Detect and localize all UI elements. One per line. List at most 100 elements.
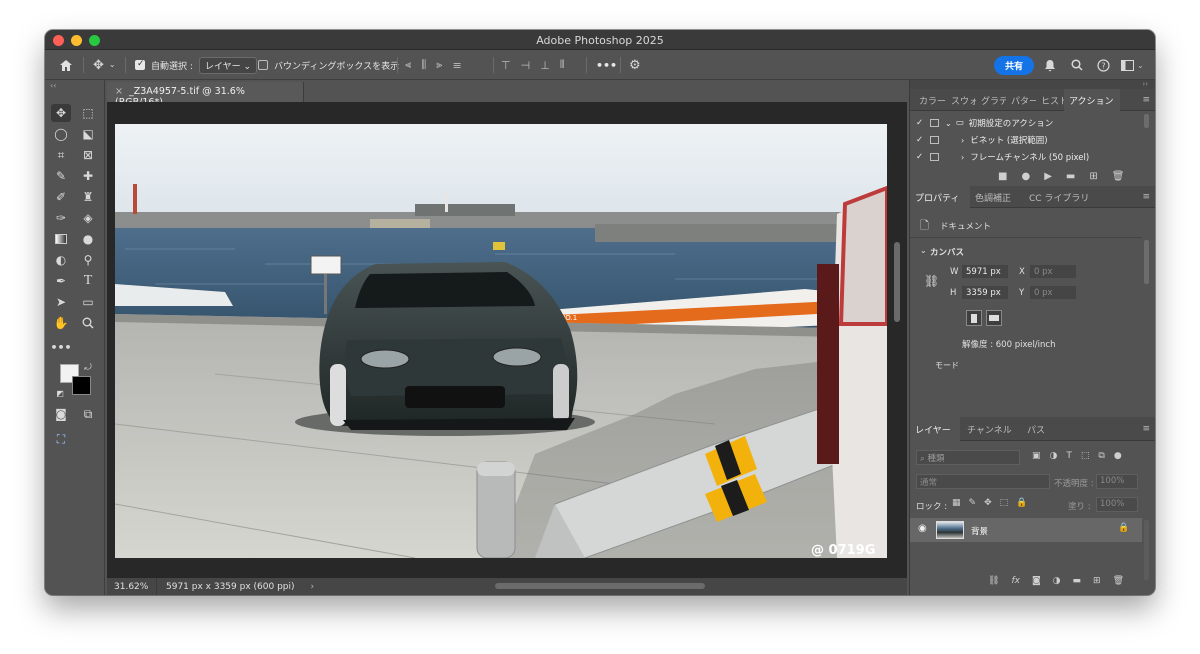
eraser-tool[interactable]: ◈ xyxy=(78,209,98,227)
workspace-button[interactable]: ⌄ xyxy=(1121,50,1144,80)
sponge-tool[interactable]: ⚲ xyxy=(78,251,98,269)
stamp-tool[interactable]: ♜ xyxy=(78,188,98,206)
align-center-icon[interactable]: ⫼ xyxy=(421,58,426,72)
bounding-box-checkbox[interactable] xyxy=(258,60,268,70)
rectangle-tool[interactable]: ▭ xyxy=(78,293,98,311)
swap-colors-icon[interactable]: ⤾ xyxy=(83,359,93,377)
landscape-orientation-button[interactable] xyxy=(986,310,1002,326)
action-row-frame[interactable]: ✓ › フレームチャンネル (50 pixel) xyxy=(910,149,1142,165)
zoom-level[interactable]: 31.62% xyxy=(107,578,157,595)
new-layer-icon[interactable]: ⊞ xyxy=(1093,576,1101,586)
layers-scrollbar[interactable] xyxy=(1144,520,1149,580)
width-field[interactable]: 5971 px xyxy=(962,265,1008,278)
adjustment-layer-icon[interactable]: ◑ xyxy=(1053,576,1061,586)
y-field[interactable]: 0 px xyxy=(1030,286,1076,299)
lock-all-icon[interactable]: 🔒 xyxy=(1016,498,1027,508)
marquee-tool[interactable]: ⬚ xyxy=(78,104,98,122)
visibility-eye-icon[interactable]: ◉ xyxy=(918,523,927,534)
home-button[interactable] xyxy=(59,50,73,80)
dialog-toggle-icon[interactable] xyxy=(930,153,939,161)
record-icon[interactable]: ● xyxy=(1021,171,1030,182)
more-options-button[interactable]: ••• xyxy=(596,50,617,80)
pen-tool[interactable]: ✒ xyxy=(51,272,71,290)
tab-layers[interactable]: レイヤー xyxy=(910,417,960,441)
close-tab-icon[interactable]: × xyxy=(115,86,123,97)
move-tool-preset-button[interactable]: ✥ ⌄ xyxy=(93,50,116,80)
align-right-icon[interactable]: ⫸ xyxy=(436,58,442,72)
brush-tool[interactable]: ✐ xyxy=(51,188,71,206)
screen-mode-button[interactable]: ⧉ xyxy=(78,405,98,423)
lock-transparent-icon[interactable]: ▦ xyxy=(952,498,961,508)
group-icon[interactable]: ▬ xyxy=(1073,576,1082,586)
share-button[interactable]: 共有 xyxy=(994,55,1035,75)
x-field[interactable]: 0 px xyxy=(1030,265,1076,278)
action-set-row[interactable]: ✓ ⌄ ▭ 初期設定のアクション xyxy=(910,115,1142,131)
gradient-tool[interactable] xyxy=(51,230,71,248)
tab-properties[interactable]: プロパティ xyxy=(910,186,970,208)
properties-scrollbar[interactable] xyxy=(1144,240,1149,284)
tab-cc-libraries[interactable]: CC ライブラリ xyxy=(1024,186,1100,208)
type-tool[interactable]: T xyxy=(78,272,98,290)
lasso-tool[interactable]: ◯ xyxy=(51,125,71,143)
toggle-check-icon[interactable]: ✓ xyxy=(916,135,930,145)
document-tab[interactable]: ×_Z3A4957-5.tif @ 31.6% (RGB/16*) xyxy=(107,82,304,108)
fx-icon[interactable]: fx xyxy=(1011,576,1020,586)
panel-collapse-bar[interactable]: ›› xyxy=(910,80,1155,89)
blur-tool[interactable]: ● xyxy=(78,230,98,248)
trash-icon[interactable]: 🗑 xyxy=(1113,576,1124,586)
document-photo[interactable]: NO.1 @ 0719G xyxy=(115,124,887,558)
filter-adjustment-icon[interactable]: ◑ xyxy=(1050,451,1058,461)
filter-shape-icon[interactable]: ⬚ xyxy=(1081,451,1090,461)
distribute-vertical-icon[interactable]: ⦀ xyxy=(560,58,565,72)
filter-toggle-icon[interactable]: ● xyxy=(1114,451,1122,461)
stop-icon[interactable]: ■ xyxy=(998,171,1007,182)
move-tool[interactable]: ✥ xyxy=(51,104,71,122)
expand-chevron-icon[interactable]: › xyxy=(961,136,964,145)
link-layers-icon[interactable]: ⛓ xyxy=(988,576,999,586)
tab-color[interactable]: カラー xyxy=(914,89,946,111)
expand-chevron-icon[interactable]: › xyxy=(961,153,964,162)
collapse-tools-icon[interactable]: ‹‹ xyxy=(50,81,56,90)
dodge-tool[interactable]: ◐ xyxy=(51,251,71,269)
help-button[interactable]: ? xyxy=(1097,50,1110,80)
filter-smart-icon[interactable]: ⧉ xyxy=(1098,451,1104,461)
quick-mask-button[interactable]: ◙ xyxy=(51,405,71,423)
tab-patterns[interactable]: パター xyxy=(1006,89,1036,111)
settings-button[interactable]: ⚙ xyxy=(629,50,641,80)
lock-image-icon[interactable]: ✎ xyxy=(969,498,977,508)
toggle-check-icon[interactable]: ✓ xyxy=(916,118,930,128)
auto-select-checkbox[interactable] xyxy=(135,59,145,70)
notifications-button[interactable] xyxy=(1044,50,1056,80)
tab-adjustments[interactable]: 色調補正 xyxy=(970,186,1024,208)
align-middle-icon[interactable]: ⊣ xyxy=(521,59,531,72)
align-top-icon[interactable]: ⊤ xyxy=(501,59,511,72)
layer-mask-icon[interactable]: ◙ xyxy=(1032,576,1041,586)
default-colors-icon[interactable]: ◩ xyxy=(55,384,65,402)
layer-row-background[interactable]: ◉ 背景 🔒 xyxy=(910,518,1142,542)
blend-mode-dropdown[interactable]: 通常 xyxy=(916,474,1050,489)
fill-field[interactable]: 100% xyxy=(1096,497,1138,512)
object-select-tool[interactable]: ⬕ xyxy=(78,125,98,143)
filter-type-icon[interactable]: T xyxy=(1066,451,1072,461)
tab-swatches[interactable]: スウォ xyxy=(946,89,976,111)
auto-select-dropdown[interactable]: レイヤー ⌄ xyxy=(198,56,258,74)
dialog-toggle-icon[interactable] xyxy=(930,119,939,127)
hand-tool[interactable]: ✋ xyxy=(51,314,71,332)
tab-channels[interactable]: チャンネル xyxy=(962,417,1018,441)
play-icon[interactable]: ▶ xyxy=(1044,171,1052,182)
canvas-horizontal-scrollbar[interactable] xyxy=(495,583,705,589)
history-brush-tool[interactable]: ✑ xyxy=(51,209,71,227)
healing-brush-tool[interactable]: ✚ xyxy=(78,167,98,185)
search-button[interactable] xyxy=(1071,50,1083,80)
link-icon[interactable]: ⛓ xyxy=(924,274,939,288)
dialog-toggle-icon[interactable] xyxy=(930,136,939,144)
tab-gradients[interactable]: グラデ xyxy=(976,89,1006,111)
canvas-vertical-scrollbar[interactable] xyxy=(894,242,900,322)
crop-tool[interactable]: ⌗ xyxy=(51,146,71,164)
distribute-icon[interactable]: ≡ xyxy=(453,59,462,72)
zoom-tool[interactable] xyxy=(78,314,98,332)
eyedropper-tool[interactable]: ✎ xyxy=(51,167,71,185)
lock-artboard-icon[interactable]: ⬚ xyxy=(1000,498,1009,508)
frame-tool[interactable]: ⊠ xyxy=(78,146,98,164)
panel-menu-icon[interactable]: ≡ xyxy=(1142,192,1150,202)
